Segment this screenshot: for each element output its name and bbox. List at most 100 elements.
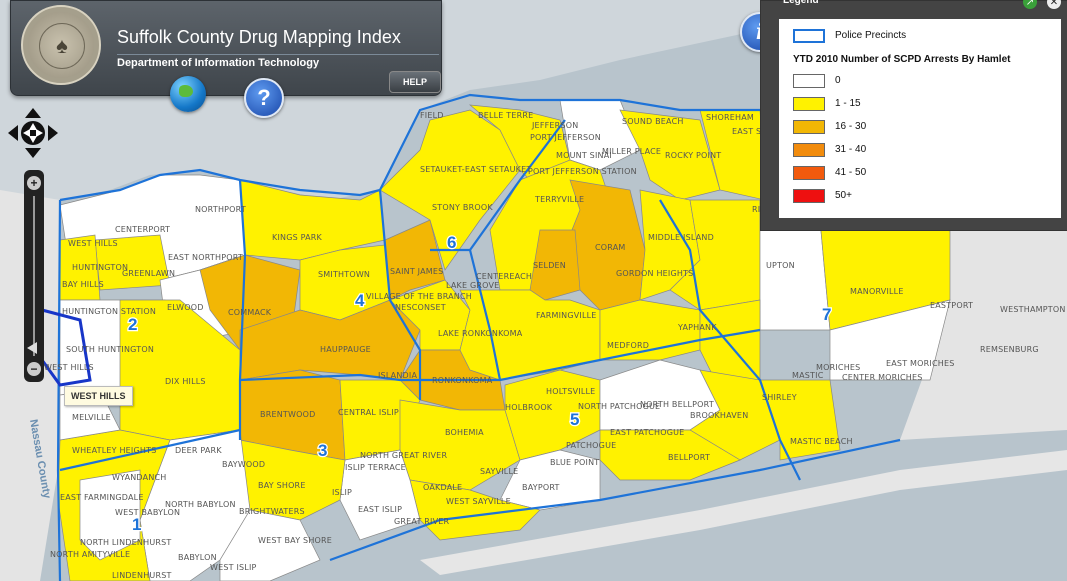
legend-class-label: 16 - 30 [835,121,867,132]
hamlet-label: MEDFORD [607,341,649,350]
hamlet-label: EAST NORTHPORT [168,253,243,262]
hamlet-label: BLUE POINT [550,458,599,467]
hamlet-label: SELDEN [533,261,566,270]
app-title: Suffolk County Drug Mapping Index [117,27,401,47]
hamlet-label: BAY HILLS [62,280,104,289]
hamlet-label: ISLANDIA [378,371,417,380]
precinct-number: 2 [128,315,137,334]
hamlet-label: SOUND BEACH [622,117,684,126]
hamlet-label: VILLAGE OF THE BRANCH [366,292,472,301]
zoom-slider-track[interactable] [33,196,35,356]
globe-icon[interactable] [170,76,206,112]
hamlet-label: GREAT RIVER [394,517,450,526]
hamlet-label: NORTHPORT [195,205,246,214]
hamlet-label: WYANDANCH [112,473,167,482]
hamlet-label: PORT JEFFERSON STATION [528,167,637,176]
hamlet-label: MELVILLE [72,413,111,422]
hamlet-label: CORAM [595,243,626,252]
hamlet-label: SETAUKET-EAST SETAUKET [420,165,531,174]
hamlet-label: TERRYVILLE [534,195,584,204]
zoom-out-button[interactable]: − [27,362,41,376]
hamlet-label: HUNTINGTON STATION [62,307,156,316]
help-button[interactable]: HELP [389,71,441,93]
hamlet-label: STONY BROOK [432,203,493,212]
app-header-panel: ♠ Suffolk County Drug Mapping Index Depa… [10,0,442,96]
hamlet-label: CENTERPORT [115,225,170,234]
hamlet-label: BABYLON [178,553,217,562]
hamlet-label: NESCONSET [395,303,446,312]
hamlet-label: FIELD [420,111,444,120]
hamlet-tooltip: WEST HILLS [64,386,133,406]
legend-swatch [793,189,825,203]
hamlet-label: MORICHES [816,363,860,372]
hamlet-label: BAYWOOD [222,460,265,469]
hamlet-label: BROOKHAVEN [690,411,748,420]
hamlet-label: NORTH AMITYVILLE [50,550,130,559]
hamlet-label: ROCKY POINT [665,151,721,160]
precinct-number: 5 [570,410,579,429]
hamlet-label: LINDENHURST [112,571,172,580]
app-subtitle: Department of Information Technology [117,54,439,69]
zoom-bar: + − [24,170,44,382]
hamlet-label: WESTHAMPTON [1000,305,1066,314]
hamlet-label: SHOREHAM [706,113,754,122]
legend-class-label: 31 - 40 [835,144,867,155]
hamlet-label: MANORVILLE [850,287,904,296]
pan-right-icon[interactable] [48,125,58,141]
hamlet-label: WEST ISLIP [210,563,257,572]
hamlet-label: BELLE TERRE [478,111,533,120]
legend-class-label: 41 - 50 [835,167,867,178]
legend-panel: Legend ↗ ✕ Police Precincts YTD 2010 Num… [760,0,1067,231]
hamlet-label: WHEATLEY HEIGHTS [72,446,156,455]
pan-arrows-icon[interactable] [8,108,58,158]
legend-class-label: 1 - 15 [835,98,861,109]
hamlet-label: REMSENBURG [980,345,1039,354]
question-icon[interactable]: ? [244,78,284,118]
hamlet-label: WEST BAY SHORE [258,536,332,545]
hamlet-label: PATCHOGUE [566,441,616,450]
hamlet-label: LAKE RONKONKOMA [438,329,523,338]
hamlet-label: LAKE GROVE [446,281,499,290]
legend-swatch [793,166,825,180]
hamlet-label: ELWOOD [167,303,204,312]
hamlet-label: NORTH LINDENHURST [80,538,172,547]
county-seal-logo: ♠ [21,5,101,85]
legend-body: Police Precincts YTD 2010 Number of SCPD… [779,19,1061,218]
hamlet-label: HUNTINGTON [72,263,128,272]
zoom-slider-thumb[interactable] [27,342,37,354]
hamlet-label: DIX HILLS [165,377,206,386]
hamlet-label: BRIGHTWATERS [239,507,305,516]
legend-header: Legend [783,0,819,6]
zoom-in-button[interactable]: + [27,176,41,190]
precinct-number: 1 [132,515,141,534]
hamlet-label: BAY SHORE [258,481,306,490]
hamlet-label: EAST PATCHOGUE [610,428,684,437]
legend-swatch [793,97,825,111]
hamlet-label: NORTH BELLPORT [640,400,714,409]
hamlet-label: RONKONKOMA [432,376,493,385]
legend-title: YTD 2010 Number of SCPD Arrests By Hamle… [793,54,1011,65]
legend-precinct-label: Police Precincts [835,30,907,41]
pan-left-icon[interactable] [8,125,18,141]
hamlet-label: WEST HILLS [44,363,94,372]
hamlet-label: DEER PARK [175,446,222,455]
hamlet-label: OAKDALE [423,483,462,492]
hamlet-label: HOLTSVILLE [546,387,595,396]
hamlet-label: JEFFERSON [531,121,578,130]
hamlet-label: SOUTH HUNTINGTON [66,345,154,354]
legend-class-label: 50+ [835,190,852,201]
legend-swatch [793,74,825,88]
hamlet-label: MASTIC [792,371,824,380]
hamlet-label: SHIRLEY [762,393,797,402]
pan-up-icon[interactable] [25,108,41,118]
hamlet-label: GORDON HEIGHTS [616,269,693,278]
hamlet-label: HAUPPAUGE [320,345,371,354]
hamlet-label: NORTH GREAT RIVER [360,451,447,460]
hamlet-label: BAYPORT [522,483,560,492]
hamlet-label: CENTEREACH [476,272,532,281]
legend-swatch [793,120,825,134]
pan-down-icon[interactable] [25,148,41,158]
hamlet-label: EAST ISLIP [358,505,402,514]
hamlet-label: SAINT JAMES [390,267,443,276]
hamlet-label: EAST MORICHES [886,359,955,368]
